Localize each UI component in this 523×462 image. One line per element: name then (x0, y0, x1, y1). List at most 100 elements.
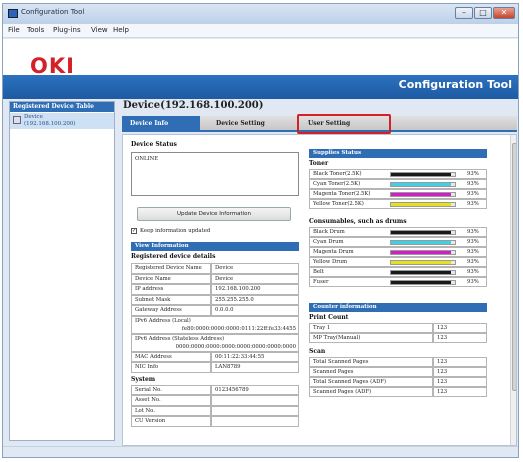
consumable-level-bar (390, 250, 456, 255)
info-row-value: 0.0.0.0 (215, 307, 234, 313)
print-count-title: Print Count (309, 314, 349, 321)
device-table-header: Registered Device Table (10, 102, 114, 112)
info-row-value: Device (215, 275, 234, 282)
toner-row: Yellow Toner(2.5K) 93% (309, 199, 487, 209)
system-row-label: Serial No. (135, 386, 162, 393)
tab-device-setting[interactable]: Device Setting (208, 116, 294, 132)
tab-device-info[interactable]: Device Info (122, 116, 200, 132)
consumable-percent: 93% (467, 249, 479, 255)
consumable-level-bar (390, 280, 456, 285)
scan-count-label: Total Scanned Pages (313, 359, 369, 365)
device-list-name: Device (24, 114, 43, 120)
info-row-label: Subnet Mask (135, 296, 171, 303)
device-status-title: Device Status (131, 141, 177, 148)
consumable-level-bar (390, 270, 456, 275)
print-count-value: 123 (437, 325, 448, 331)
content-scrollbar[interactable] (510, 135, 516, 445)
title-bar: Configuration Tool – □ ✕ (3, 4, 518, 24)
scan-count-label: Scanned Pages (313, 369, 354, 375)
scan-count-label: Scanned Pages (ADF) (313, 389, 372, 395)
consumable-row: Magenta Drum 93% (309, 247, 487, 257)
scan-count-value: 123 (437, 379, 448, 385)
keep-updated-label: Keep information updated (140, 228, 211, 234)
toner-row: Cyan Toner(2.5K) 93% (309, 179, 487, 189)
scan-count-label: Total Scanned Pages (ADF) (313, 379, 387, 385)
info-row-value-cell: Device (211, 263, 299, 274)
app-icon (8, 9, 18, 18)
toner-level-bar (390, 202, 456, 207)
toner-level-fill (391, 203, 451, 206)
device-status-box: ONLINE (131, 152, 299, 196)
consumable-percent: 93% (467, 259, 479, 265)
consumable-row: Fuser 93% (309, 277, 487, 287)
system-row-label-cell: Serial No. (131, 384, 211, 395)
system-row-value-cell (211, 416, 299, 427)
menu-help[interactable]: Help (113, 26, 129, 34)
app-heading: Configuration Tool (398, 78, 512, 91)
ipv6-stateless-label: IPv6 Address (Stateless Address) (135, 335, 225, 342)
device-list-item[interactable]: Device (192.168.100.200) (10, 113, 114, 129)
menu-file[interactable]: File (8, 26, 20, 34)
print-count-value-cell: 123 (433, 323, 487, 333)
scan-count-label-cell: Scanned Pages (ADF) (309, 387, 433, 397)
consumable-percent: 93% (467, 279, 479, 285)
keep-updated-checkbox[interactable]: ✓ (131, 228, 137, 234)
consumable-level-fill (391, 261, 451, 264)
ipv6-stateless-value: 0000:0000:0000:0000:0000:0000:0000:0000 (175, 343, 296, 350)
ipv6-local-cell: IPv6 Address (Local) fe80:0000:0000:0000:… (131, 315, 299, 334)
consumable-percent: 93% (467, 239, 479, 245)
supplies-status-header: Supplies Status (309, 149, 487, 158)
ipv6-local-value: fe80:0000:0000:0000:0111:22ff:fe33:4455 (181, 325, 296, 332)
scan-count-value-cell: 123 (433, 357, 487, 367)
app-window: Configuration Tool – □ ✕ File Tools Plug… (2, 3, 519, 458)
content-scrollbar-thumb[interactable] (512, 143, 516, 391)
menu-bar: File Tools Plug-ins View Help (3, 24, 518, 38)
print-count-value: 123 (437, 335, 448, 341)
menu-plugins[interactable]: Plug-ins (53, 26, 81, 34)
ipv6-local-label: IPv6 Address (Local) (135, 317, 191, 324)
scan-count-value: 123 (437, 389, 448, 395)
consumable-percent: 93% (467, 269, 479, 275)
info-row-label: Device Name (135, 275, 171, 282)
consumable-level-fill (391, 241, 451, 244)
device-table-pane: Registered Device Table Device (192.168.… (9, 101, 115, 441)
toner-label: Magenta Toner(2.5K) (313, 191, 371, 197)
info-row-value: 00:11:22:33:44:55 (215, 353, 265, 360)
info-row-value-cell: 255.255.255.0 (211, 294, 299, 305)
menu-view[interactable]: View (91, 26, 108, 34)
info-row-value-cell: LAN8789 (211, 362, 299, 373)
info-row-value: Device (215, 265, 234, 271)
close-button[interactable]: ✕ (493, 7, 515, 19)
menu-tools[interactable]: Tools (27, 26, 44, 34)
update-device-info-button[interactable]: Update Device Information (137, 207, 291, 221)
info-row-value: 192.168.100.200 (215, 286, 261, 292)
info-row-label-cell: Device Name (131, 273, 211, 284)
scan-count-label-cell: Total Scanned Pages (ADF) (309, 377, 433, 387)
consumable-label: Belt (313, 269, 324, 275)
view-information-header: View Information (131, 242, 299, 251)
minimize-button[interactable]: – (455, 7, 473, 19)
toner-level-bar (390, 192, 456, 197)
scan-count-value: 123 (437, 369, 448, 375)
consumable-label: Fuser (313, 279, 329, 285)
consumable-level-fill (391, 231, 451, 234)
toner-level-bar (390, 182, 456, 187)
consumable-row: Black Drum 93% (309, 227, 487, 237)
device-status-value: ONLINE (135, 156, 159, 162)
toner-title: Toner (309, 160, 329, 167)
maximize-button[interactable]: □ (474, 7, 492, 19)
info-row-label: MAC Address (135, 353, 172, 360)
system-row-label: CU Version (135, 418, 166, 424)
window-title: Configuration Tool (21, 8, 85, 16)
consumable-level-fill (391, 251, 451, 254)
print-count-label-cell: MP Tray(Manual) (309, 333, 433, 343)
system-row-label-cell: Lot No. (131, 405, 211, 416)
consumable-row: Cyan Drum 93% (309, 237, 487, 247)
consumable-level-fill (391, 281, 451, 284)
info-row-label-cell: Gateway Address (131, 305, 211, 316)
toner-level-fill (391, 193, 451, 196)
toner-label: Black Toner(2.5K) (313, 171, 362, 177)
counter-information-header: Counter information (309, 303, 487, 312)
toner-percent: 93% (467, 191, 479, 197)
registered-details-title: Registered device details (131, 253, 216, 260)
